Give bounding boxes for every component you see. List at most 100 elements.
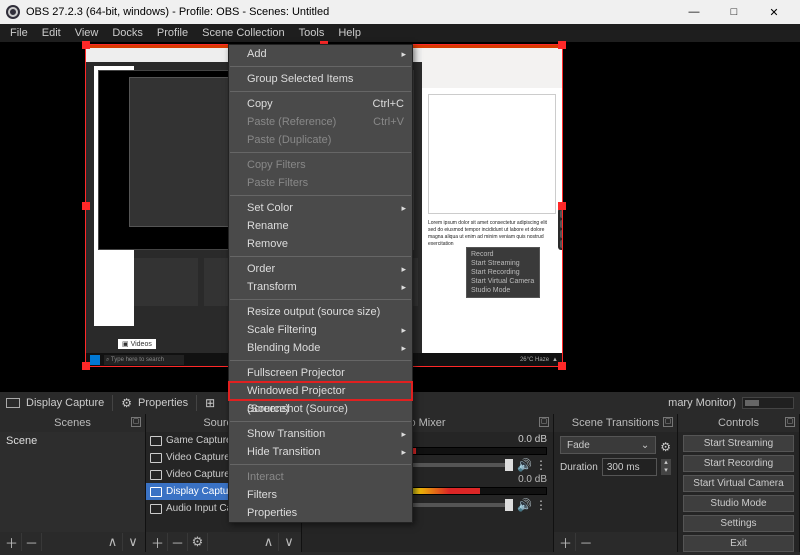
- scene-up-button[interactable]: ∧: [103, 533, 123, 551]
- context-menu-item[interactable]: Hide Transition▸: [229, 443, 412, 461]
- chevron-right-icon: ▸: [401, 45, 406, 63]
- resize-handle[interactable]: [558, 362, 566, 370]
- context-menu-item[interactable]: CopyCtrl+C: [229, 95, 412, 113]
- context-menu-item: Interact: [229, 468, 412, 486]
- context-menu-item[interactable]: Windowed Projector (Source): [229, 382, 412, 400]
- chevron-down-icon: ⌄: [641, 440, 649, 451]
- transition-select[interactable]: Fade⌄: [560, 436, 656, 454]
- context-menu-item[interactable]: Fullscreen Projector (Source)▸: [229, 364, 412, 382]
- resize-handle[interactable]: [82, 202, 90, 210]
- channel-menu-icon[interactable]: ⋮: [535, 458, 547, 472]
- source-properties-button[interactable]: ⚙: [188, 533, 208, 551]
- window-titlebar: OBS 27.2.3 (64-bit, windows) - Profile: …: [0, 0, 800, 24]
- context-menu-item: Paste (Reference)Ctrl+V: [229, 113, 412, 131]
- source-type-icon: [150, 470, 162, 480]
- duration-spinner[interactable]: ▴▾: [661, 459, 671, 475]
- source-label: Display Capture: [166, 486, 237, 497]
- chevron-right-icon: ▸: [401, 199, 406, 217]
- resize-handle[interactable]: [558, 41, 566, 49]
- source-up-button[interactable]: ∧: [259, 533, 279, 551]
- add-source-button[interactable]: ＋: [148, 533, 168, 551]
- scenes-title: Scenes▢: [0, 414, 145, 432]
- undock-icon[interactable]: ▢: [539, 417, 549, 427]
- context-menu-item[interactable]: Rename: [229, 217, 412, 235]
- captured-side-toolbar: [558, 208, 562, 250]
- context-menu-item[interactable]: Properties: [229, 504, 412, 522]
- context-menu-item[interactable]: Screenshot (Source): [229, 400, 412, 418]
- captured-start-icon: [90, 355, 100, 365]
- captured-search-box: ⌕ Type here to search: [104, 355, 184, 365]
- minimize-button[interactable]: —: [674, 0, 714, 24]
- context-menu-item[interactable]: Filters: [229, 486, 412, 504]
- source-down-button[interactable]: ∨: [279, 533, 299, 551]
- context-menu-item[interactable]: Add▸: [229, 45, 412, 63]
- start-recording-button[interactable]: Start Recording: [683, 455, 794, 472]
- context-menu-item[interactable]: Blending Mode▸: [229, 339, 412, 357]
- transitions-title: Scene Transitions▢: [554, 414, 677, 432]
- menu-tools[interactable]: Tools: [293, 25, 331, 41]
- controls-dock: Controls▢ Start Streaming Start Recordin…: [678, 414, 800, 552]
- chevron-right-icon: ▸: [401, 339, 406, 357]
- monitor-truncated-label: mary Monitor): [668, 397, 736, 409]
- scene-transitions-dock: Scene Transitions▢ Fade⌄ ⚙ Duration 300 …: [554, 414, 678, 552]
- duration-input[interactable]: 300 ms: [602, 458, 657, 476]
- window-title: OBS 27.2.3 (64-bit, windows) - Profile: …: [26, 6, 674, 18]
- controls-title: Controls▢: [678, 414, 799, 432]
- menu-file[interactable]: File: [4, 25, 34, 41]
- chevron-right-icon: ▸: [401, 425, 406, 443]
- source-label: Game Capture: [166, 435, 232, 446]
- resize-handle[interactable]: [82, 41, 90, 49]
- close-button[interactable]: ✕: [754, 0, 794, 24]
- menu-docks[interactable]: Docks: [106, 25, 149, 41]
- menu-view[interactable]: View: [69, 25, 105, 41]
- context-menu-item[interactable]: Resize output (source size): [229, 303, 412, 321]
- context-menu-item[interactable]: Scale Filtering▸: [229, 321, 412, 339]
- add-scene-button[interactable]: ＋: [2, 533, 22, 551]
- source-type-icon: [6, 398, 20, 408]
- exit-button[interactable]: Exit: [683, 535, 794, 552]
- add-transition-button[interactable]: ＋: [556, 533, 576, 551]
- context-menu-item[interactable]: Order▸: [229, 260, 412, 278]
- context-menu-item[interactable]: Group Selected Items: [229, 70, 412, 88]
- speaker-icon[interactable]: 🔊: [517, 458, 531, 472]
- remove-transition-button[interactable]: －: [576, 533, 596, 551]
- remove-scene-button[interactable]: －: [22, 533, 42, 551]
- speaker-icon[interactable]: 🔊: [517, 498, 531, 512]
- remove-source-button[interactable]: －: [168, 533, 188, 551]
- transition-settings-icon[interactable]: ⚙: [660, 440, 671, 454]
- monitor-scrollbar[interactable]: [742, 397, 794, 409]
- channel-db: 0.0 dB: [518, 474, 547, 485]
- studio-mode-button[interactable]: Studio Mode: [683, 495, 794, 512]
- context-menu-item[interactable]: Transform▸: [229, 278, 412, 296]
- chevron-right-icon: ▸: [401, 278, 406, 296]
- menu-scene-collection[interactable]: Scene Collection: [196, 25, 291, 41]
- selected-source-label: Display Capture: [26, 397, 104, 409]
- menu-help[interactable]: Help: [332, 25, 367, 41]
- mixer-hidden-db: 0.0 dB: [518, 434, 547, 445]
- context-menu-item[interactable]: Show Transition▸: [229, 425, 412, 443]
- source-context-menu: Add▸ Group Selected Items CopyCtrl+CPaste …: [228, 44, 413, 523]
- properties-button[interactable]: Properties: [138, 397, 188, 409]
- menu-profile[interactable]: Profile: [151, 25, 194, 41]
- context-menu-item[interactable]: Remove: [229, 235, 412, 253]
- source-type-icon: [150, 487, 162, 497]
- channel-menu-icon[interactable]: ⋮: [535, 498, 547, 512]
- menu-edit[interactable]: Edit: [36, 25, 67, 41]
- window-controls: — □ ✕: [674, 0, 794, 24]
- filters-icon[interactable]: ⊞: [205, 396, 215, 410]
- start-streaming-button[interactable]: Start Streaming: [683, 435, 794, 452]
- undock-icon[interactable]: ▢: [663, 417, 673, 427]
- start-virtual-camera-button[interactable]: Start Virtual Camera: [683, 475, 794, 492]
- preview-area[interactable]: ▣ Videos ⌕ Type here to search Lorem ips…: [0, 42, 800, 392]
- duration-label: Duration: [560, 462, 598, 473]
- gear-icon[interactable]: ⚙: [121, 396, 132, 410]
- settings-button[interactable]: Settings: [683, 515, 794, 532]
- scene-down-button[interactable]: ∨: [123, 533, 143, 551]
- resize-handle[interactable]: [558, 202, 566, 210]
- maximize-button[interactable]: □: [714, 0, 754, 24]
- undock-icon[interactable]: ▢: [131, 417, 141, 427]
- scene-row[interactable]: Scene: [0, 432, 145, 450]
- context-menu-item[interactable]: Set Color▸: [229, 199, 412, 217]
- undock-icon[interactable]: ▢: [785, 417, 795, 427]
- resize-handle[interactable]: [82, 362, 90, 370]
